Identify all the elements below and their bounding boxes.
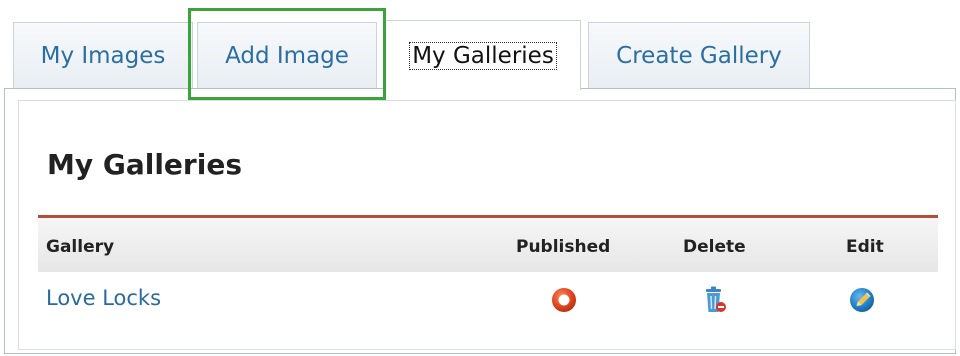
trash-icon[interactable]: [701, 285, 729, 315]
column-header-gallery: Gallery: [46, 237, 115, 257]
tab-my-images-label: My Images: [40, 42, 166, 69]
column-header-edit: Edit: [846, 237, 884, 257]
gallery-link[interactable]: Love Locks: [46, 286, 161, 310]
tab-my-images[interactable]: My Images: [13, 22, 193, 88]
tab-create-gallery[interactable]: Create Gallery: [588, 22, 810, 88]
column-header-delete: Delete: [683, 237, 746, 257]
published-status-icon[interactable]: [550, 285, 578, 315]
tab-create-gallery-label: Create Gallery: [616, 42, 782, 69]
table-row: Love Locks: [38, 272, 938, 326]
column-header-published: Published: [516, 237, 611, 257]
highlight-box: [188, 8, 386, 100]
pencil-icon[interactable]: [848, 285, 876, 315]
tab-my-galleries[interactable]: My Galleries: [385, 20, 581, 90]
tab-my-galleries-label: My Galleries: [409, 41, 557, 70]
table-header: Gallery Published Delete Edit: [38, 218, 938, 272]
page-title: My Galleries: [47, 148, 242, 181]
gallery-manager: My Images Add Image My Galleries Create …: [0, 0, 960, 356]
